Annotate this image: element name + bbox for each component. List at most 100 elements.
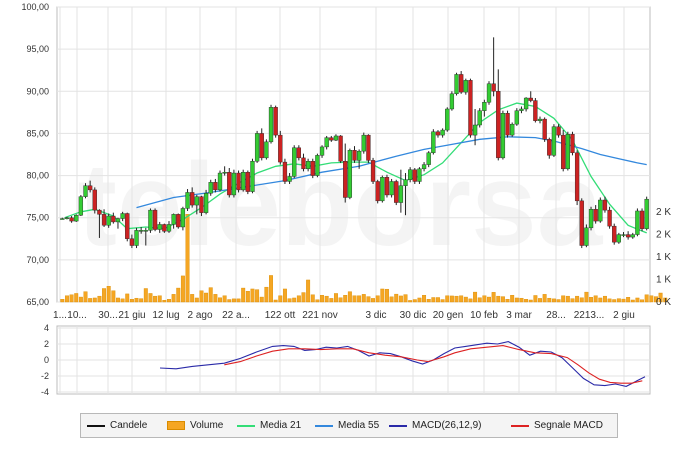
volume-bar <box>593 295 598 303</box>
candle-down <box>625 234 631 238</box>
candle-up <box>380 177 385 202</box>
chart-svg: teleborsa 1... 10... 30... 21 giu 12 lug 2 ag… <box>21 2 671 397</box>
candle-up <box>292 147 297 177</box>
candle-up <box>454 74 459 95</box>
candle-down <box>329 137 334 141</box>
legend-item: Segnale MACD <box>511 414 603 437</box>
candle-down <box>227 171 232 196</box>
volume-tick-label: 2 K <box>656 207 671 218</box>
volume-bar <box>185 214 190 303</box>
candle-down <box>505 112 510 136</box>
candle-down <box>310 161 315 176</box>
candle-up <box>565 134 570 170</box>
volume-bar <box>69 294 74 303</box>
volume-bar <box>607 298 612 303</box>
candle-down <box>496 91 501 159</box>
candle-up <box>64 217 70 219</box>
volume-bar <box>649 295 654 303</box>
x-tick-label: 221 nov <box>302 310 338 321</box>
candle-up <box>644 198 649 229</box>
candle-up <box>254 133 260 162</box>
volume-bar <box>157 295 162 303</box>
volume-bar <box>589 297 593 303</box>
candle-down <box>273 107 278 136</box>
volume-bar <box>426 299 431 303</box>
volume-bar <box>440 299 445 303</box>
x-tick-label: 2213... <box>574 310 605 321</box>
volume-bar <box>236 298 241 303</box>
macd-panel: 4 2 0 -2 -4 <box>41 323 651 397</box>
candle-up <box>472 124 478 136</box>
candle-down <box>593 209 598 222</box>
volume-bar <box>199 290 204 303</box>
candle-up <box>588 209 594 229</box>
macd-tick-label: 4 <box>44 323 49 333</box>
candle-up <box>440 129 445 136</box>
candle-down <box>352 150 357 161</box>
candle-down <box>468 80 473 136</box>
candle-down <box>394 181 399 203</box>
volume-bar <box>92 297 97 303</box>
volume-bar <box>83 291 88 303</box>
volume-bar <box>139 298 144 303</box>
legend-item: Media 55 <box>315 414 379 437</box>
candle-down <box>259 133 264 159</box>
candle-down <box>602 199 608 211</box>
candle-down <box>245 171 250 192</box>
volume-bar <box>375 295 380 303</box>
volume-bar <box>60 299 65 303</box>
volume-bar <box>259 296 264 303</box>
signal-macd-line <box>224 345 643 384</box>
volume-bar <box>371 298 376 303</box>
volume-bar <box>278 295 283 303</box>
candle-up <box>120 213 125 219</box>
volume-bar <box>602 295 607 303</box>
candle-down <box>556 126 561 136</box>
price-tick-label: 85,00 <box>26 128 49 138</box>
volume-bar <box>640 299 645 303</box>
volume-bar <box>449 295 454 303</box>
legend-item: Media 21 <box>237 414 301 437</box>
macd-line <box>159 341 646 387</box>
volume-bar <box>134 297 139 303</box>
candle-down <box>561 134 566 170</box>
volume-bar <box>255 289 260 303</box>
candle-up <box>319 146 325 156</box>
candle-up <box>514 110 519 125</box>
candle-down <box>111 215 116 223</box>
volume-bar <box>500 296 505 303</box>
volume-bar <box>282 288 287 303</box>
volume-bar <box>556 299 561 303</box>
volume-bar <box>510 295 515 303</box>
candle-up <box>203 193 209 213</box>
volume-bar <box>111 290 116 303</box>
macd-tick-label: 2 <box>44 339 49 349</box>
candle-up <box>398 185 404 203</box>
candle-down <box>278 134 283 163</box>
candle-up <box>217 172 223 191</box>
volume-bar <box>565 295 570 303</box>
volume-bar <box>584 291 589 303</box>
volume-bar <box>143 288 148 303</box>
x-tick-label: 10... <box>67 310 86 321</box>
legend-swatch <box>511 424 529 427</box>
volume-bar <box>129 299 134 303</box>
volume-bar <box>561 295 566 303</box>
volume-bar <box>167 299 171 303</box>
candle-down <box>542 118 547 140</box>
candle-up <box>486 83 492 103</box>
volume-bar <box>398 295 403 303</box>
candle-up <box>449 93 455 110</box>
candle-down <box>533 100 538 121</box>
x-tick-label: 12 lug <box>152 310 179 321</box>
candle-up <box>523 97 529 110</box>
candle-up <box>83 185 88 197</box>
macd-tick-label: -4 <box>41 387 49 397</box>
legend-label: Segnale MACD <box>534 420 603 431</box>
legend-label: MACD(26,12,9) <box>412 420 482 431</box>
volume-bar <box>473 291 478 303</box>
candle-up <box>74 214 79 222</box>
candle-up <box>222 171 227 174</box>
candle-down <box>412 169 417 182</box>
candle-down <box>199 196 204 213</box>
